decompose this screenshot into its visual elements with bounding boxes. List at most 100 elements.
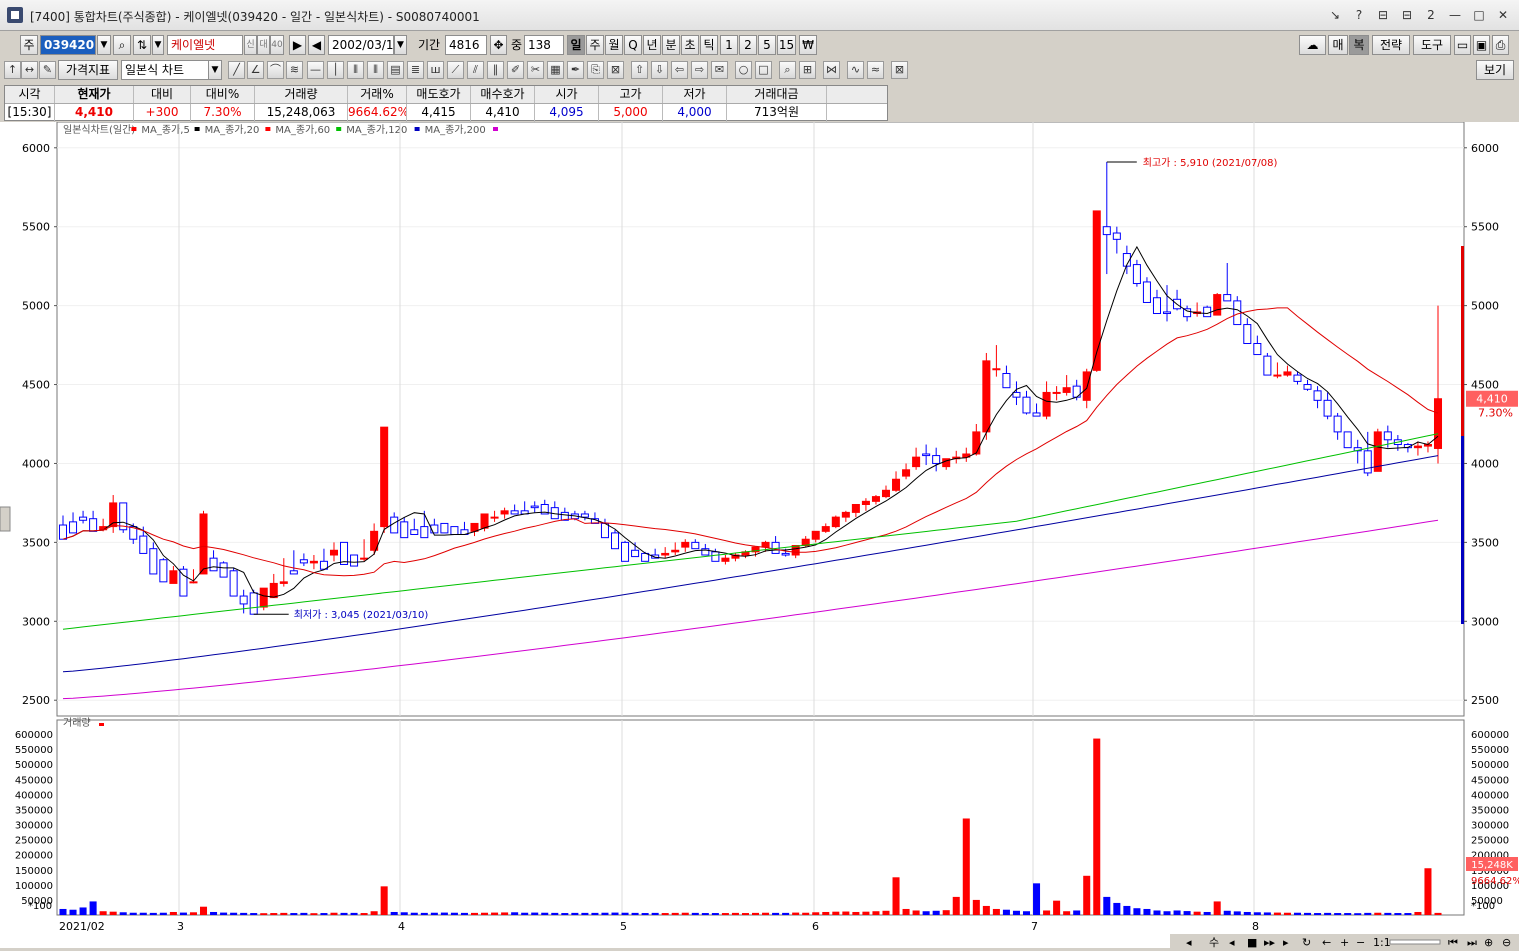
view-button[interactable]: 보기 [1476,60,1514,80]
minimize-icon[interactable]: — [1445,5,1465,25]
channel-icon[interactable]: ⫽ [467,61,484,79]
vline-icon[interactable]: │ [327,61,344,79]
maximize-icon[interactable]: □ [1469,5,1489,25]
tf-5[interactable]: 5 [758,35,776,55]
right-arrow-icon[interactable]: ⇨ [691,61,708,79]
fibo-icon[interactable]: ≣ [407,61,424,79]
date-dropdown-icon[interactable]: ▼ [394,35,407,55]
tf-day[interactable]: 일 [567,35,585,55]
fan-icon[interactable]: ≋ [286,61,303,79]
price-indicator-button[interactable]: 가격지표 [58,60,118,80]
save-icon[interactable]: ▣ [1473,35,1490,55]
cross-icon[interactable]: ↔ [21,61,38,79]
candle-body [440,522,449,534]
open-folder-icon[interactable]: ▭ [1454,35,1471,55]
tf-1[interactable]: 1 [720,35,738,55]
parallel-icon[interactable]: ∥ [487,61,504,79]
sort-icon[interactable]: ⇅ [133,35,151,55]
date-input[interactable]: 2002/03/12 [328,35,401,55]
tf-15[interactable]: 15 [777,35,796,55]
left-arrow-icon[interactable]: ⇦ [671,61,688,79]
next-icon[interactable]: ▶ [289,35,306,55]
volume-bar [912,910,920,915]
pen-icon[interactable]: ✐ [507,61,524,79]
screen-number-button[interactable]: 2 [1421,5,1441,25]
tf-quarter[interactable]: Q [624,35,642,55]
volume-bar [109,911,117,915]
chart-area[interactable]: 일본식차트(일간) MA_종가,5 MA_종가,20 MA_종가,60 MA_종가,12… [0,121,1519,949]
chart-canvas[interactable]: 일본식차트(일간) MA_종가,5 MA_종가,20 MA_종가,60 MA_종가,12… [0,121,1519,949]
search-icon[interactable]: ⌕ [113,35,131,55]
code-input[interactable]: 039420 [40,35,96,55]
volume-bar [460,912,468,915]
note-icon[interactable]: ✉ [711,61,728,79]
buy-button[interactable]: 매 [1328,35,1348,55]
wave2-icon[interactable]: ≈ [867,61,884,79]
layout-icon[interactable]: ⊟ [1373,5,1393,25]
tf-custom-icon[interactable]: ₩ [799,35,817,55]
close-icon[interactable]: ✕ [1493,5,1513,25]
layout2-icon[interactable]: ⊟ [1397,5,1417,25]
code-dropdown-icon[interactable]: ▼ [97,35,111,55]
chart-type-select[interactable]: 일본식 차트 [121,60,209,80]
volume-bar [220,912,228,915]
down-arrow-icon[interactable]: ⇩ [651,61,668,79]
tf-minute[interactable]: 분 [662,35,680,55]
pin-icon[interactable]: ↘ [1325,5,1345,25]
print-icon[interactable]: ⎙ [1492,35,1509,55]
prev-icon[interactable]: ◀ [308,35,325,55]
grid-lines-icon[interactable]: ⦀ [367,61,384,79]
rect-icon[interactable]: □ [755,61,772,79]
arc-icon[interactable]: ⌒ [267,61,284,79]
candle-body [480,513,489,529]
zoom-select-icon[interactable]: ⊞ [799,61,816,79]
eraser-icon[interactable]: ✂ [527,61,544,79]
volume-bar [1374,912,1382,915]
angle-icon[interactable]: ∠ [247,61,264,79]
sort-dropdown-icon[interactable]: ▼ [152,35,164,55]
help-icon[interactable]: ? [1349,5,1369,25]
clear-icon[interactable]: ⊠ [607,61,624,79]
delete-drawing-icon[interactable]: ⊠ [891,61,908,79]
tf-second[interactable]: 초 [681,35,699,55]
move-icon[interactable]: ✥ [490,35,507,55]
up-arrow-icon[interactable]: ⇧ [631,61,648,79]
tf-month[interactable]: 월 [605,35,623,55]
circle-icon[interactable]: ○ [735,61,752,79]
brush-icon[interactable]: ✒ [567,61,584,79]
period-input[interactable]: 4816 [445,35,487,55]
cloud-icon[interactable]: ☁ [1299,35,1326,55]
volume-bar [1093,738,1101,915]
wave-icon[interactable]: ∿ [847,61,864,79]
compound-button[interactable]: 복 [1349,35,1369,55]
volume-bar [1414,911,1422,915]
volume-bar [571,912,579,915]
hline-icon[interactable]: — [307,61,324,79]
strategy-button[interactable]: 전략 [1372,35,1410,55]
tf-2[interactable]: 2 [739,35,757,55]
palette-icon[interactable]: ▦ [547,61,564,79]
candle-body [1092,210,1101,371]
ray-icon[interactable]: ⟋ [447,61,464,79]
tf-year[interactable]: 년 [643,35,661,55]
price-tick-label-left: 5000 [22,300,50,313]
cursor-icon[interactable]: ↑ [4,61,21,79]
edit-icon[interactable]: ✎ [39,61,56,79]
tf-week[interactable]: 주 [586,35,604,55]
cycle-icon[interactable]: ⫴ [347,61,364,79]
count-input[interactable]: 138 [524,35,564,55]
chart-type-dropdown-icon[interactable]: ▼ [208,60,222,80]
volume-bar [330,912,338,915]
bars-icon[interactable]: ш [427,61,444,79]
tf-tick[interactable]: 틱 [700,35,718,55]
copy-icon[interactable]: ⎘ [587,61,604,79]
trendline-icon[interactable]: ╱ [228,61,245,79]
table-icon[interactable]: ▤ [387,61,404,79]
volume-bar [1193,911,1201,915]
quote-value-row: [15:30] 4,410 +300 7.30% 15,248,063 9664… [5,104,887,122]
pattern-icon[interactable]: ⋈ [823,61,840,79]
x-axis-label: 7 [1031,920,1038,933]
zoom-icon[interactable]: ⌕ [779,61,796,79]
market-button[interactable]: 주 [20,35,38,55]
tools-button[interactable]: 도구 [1413,35,1451,55]
